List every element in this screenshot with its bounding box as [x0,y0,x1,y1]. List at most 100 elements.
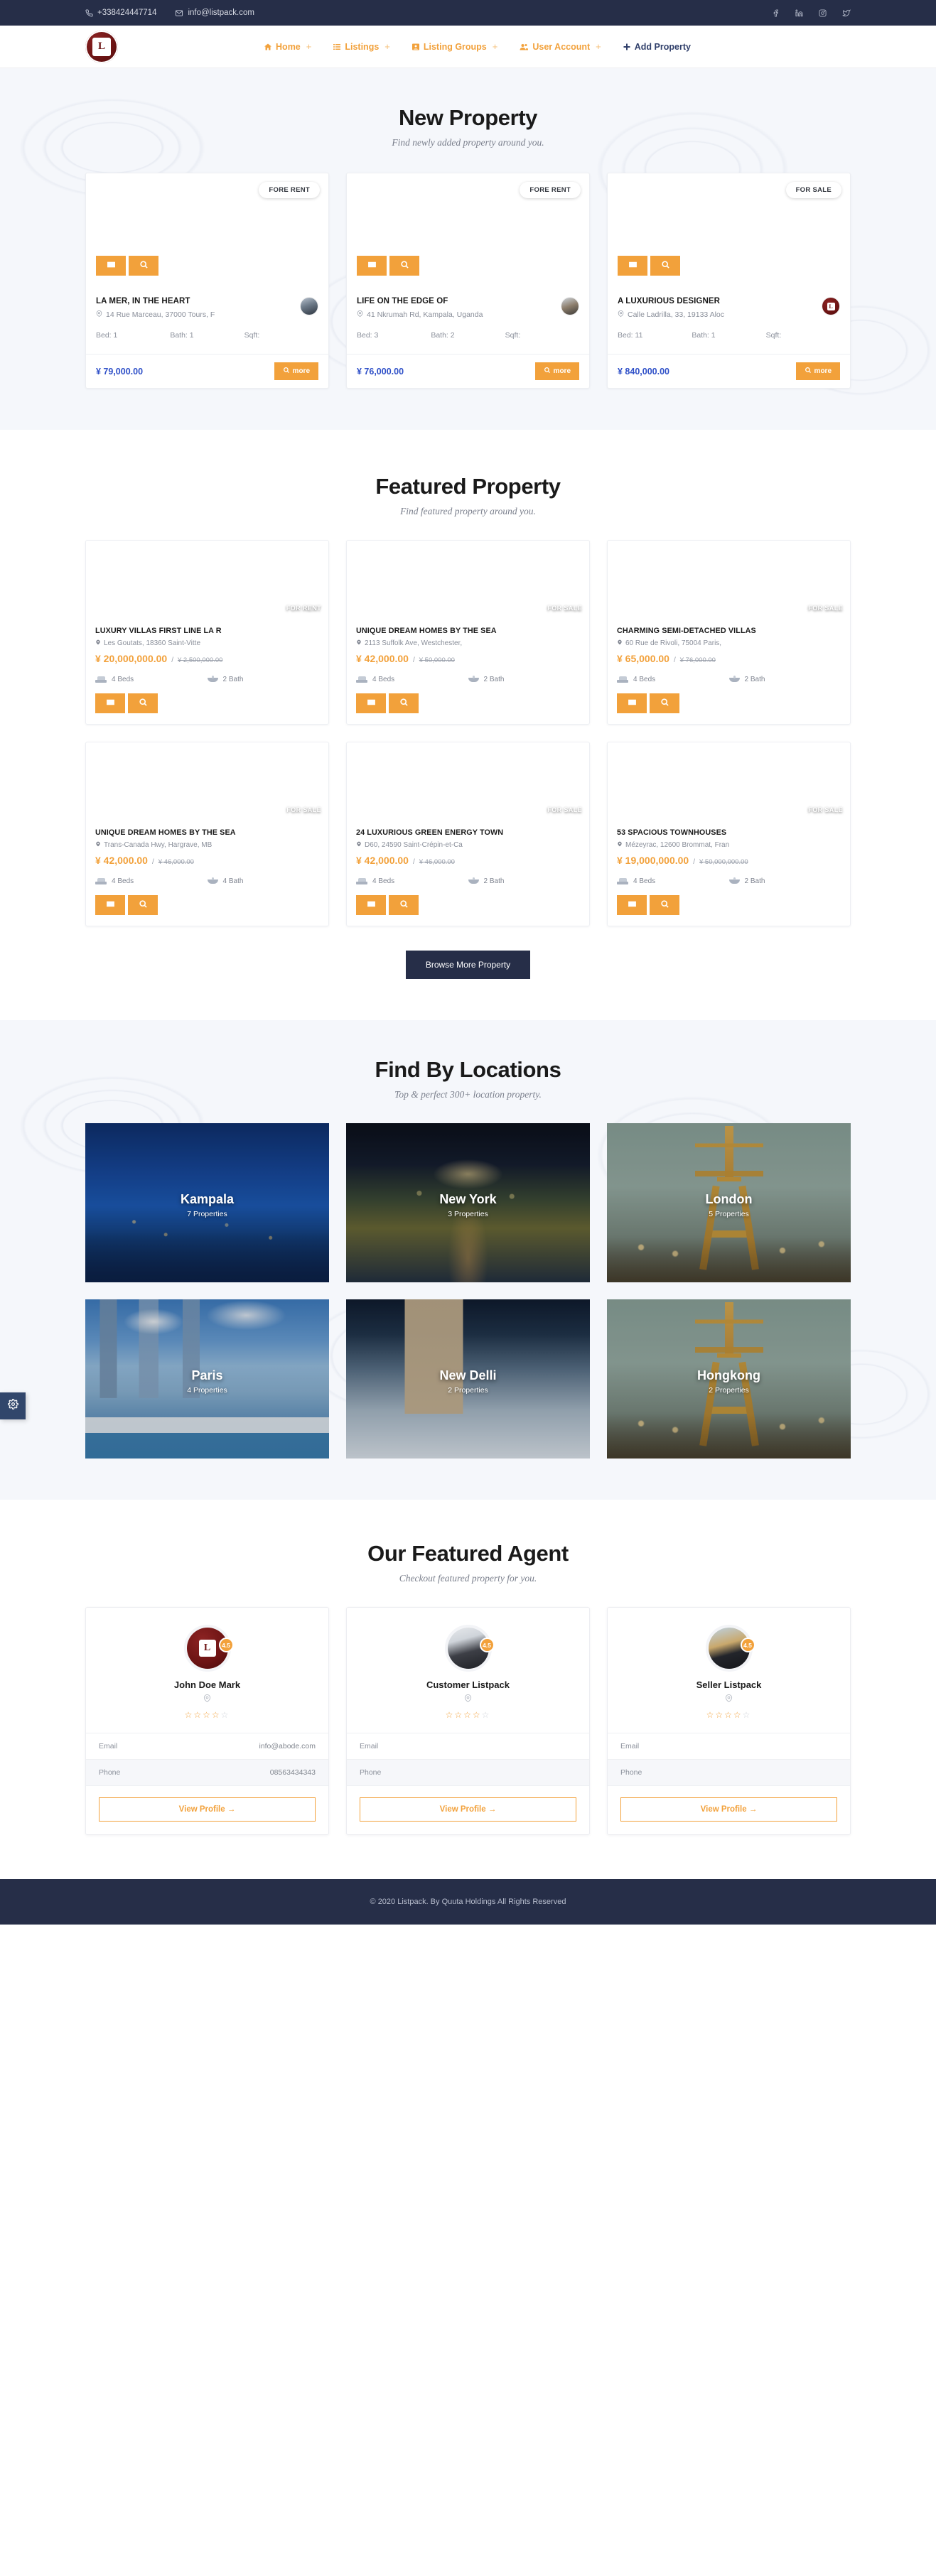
group-icon [411,43,420,51]
featured-card[interactable]: FOR RENT LUXURY VILLAS FIRST LINE LA R L… [85,540,329,725]
instagram-icon[interactable] [819,9,827,17]
email-contact[interactable]: info@listpack.com [175,9,254,17]
agent-avatar[interactable] [561,297,579,315]
section-title: New Property [398,105,538,130]
more-button[interactable]: more [534,362,579,380]
featured-card[interactable]: FOR SALE UNIQUE DREAM HOMES BY THE SEA 2… [346,540,590,725]
copyright-text: © 2020 Listpack. By Quuta Holdings All R… [370,1898,566,1906]
linkedin-icon[interactable] [795,9,803,17]
location-name: London [705,1192,753,1207]
contact-email-button[interactable] [617,693,647,713]
property-image[interactable]: FOR RENT [86,541,328,617]
nav-item-home[interactable]: Home + [264,41,311,52]
featured-card[interactable]: FOR SALE 53 SPACIOUS TOWNHOUSES Mézeyrac… [607,742,851,926]
property-image[interactable]: FOR SALE [608,173,850,286]
bath-spec: 2 Bath [728,877,841,885]
site-logo[interactable]: L [85,30,118,63]
property-image[interactable]: FOR SALE [608,742,850,819]
property-image[interactable]: FOR SALE [347,742,589,819]
view-details-button[interactable] [128,693,158,713]
contact-email-button[interactable] [96,256,126,276]
nav-label: Listings [345,41,380,52]
featured-card[interactable]: FOR SALE UNIQUE DREAM HOMES BY THE SEA T… [85,742,329,926]
bed-spec: 4 Beds [95,676,208,683]
section-subtitle: Find featured property around you. [400,506,536,516]
contact-email-button[interactable] [356,895,386,915]
view-details-button[interactable] [389,895,419,915]
property-image[interactable]: White House FORE RENT [86,173,328,286]
settings-tab[interactable] [0,1392,26,1419]
envelope-icon [106,698,115,709]
location-card-kampala[interactable]: Kampala 7 Properties [85,1123,329,1282]
browse-more-button[interactable]: Browse More Property [405,951,531,979]
location-card-new-york[interactable]: New York 3 Properties [346,1123,590,1282]
facebook-icon[interactable] [772,9,780,17]
property-image[interactable]: FOR SALE [86,742,328,819]
bed-spec: 4 Beds [95,877,208,885]
view-details-button[interactable] [389,256,419,276]
agent-card[interactable]: 4.5 Seller Listpack ☆☆☆☆☆ Email Phone Vi… [607,1607,851,1835]
agent-card[interactable]: L 4.5 John Doe Mark ☆☆☆☆☆ Email info@abo… [85,1607,329,1835]
more-button[interactable]: more [274,362,318,380]
property-image[interactable]: FOR SALE [347,541,589,617]
property-card[interactable]: FORE RENT LIFE ON THE EDGE OF 41 Nkrumah… [346,173,590,389]
view-profile-button[interactable]: View Profile → [620,1797,837,1822]
search-icon [544,367,551,376]
view-profile-button[interactable]: View Profile → [99,1797,316,1822]
location-card-new-delli[interactable]: New Delli 2 Properties [346,1299,590,1459]
location-card-london[interactable]: London 5 Properties [607,1123,851,1282]
view-details-button[interactable] [128,895,158,915]
view-details-button[interactable] [650,693,679,713]
contact-email-button[interactable] [357,256,387,276]
location-count: 7 Properties [187,1210,227,1219]
property-card[interactable]: White House FORE RENT LA MER, IN THE HEA… [85,173,329,389]
rating-stars: ☆☆☆☆☆ [706,1710,752,1720]
property-image[interactable]: FOR SALE [608,541,850,617]
top-bar: +338424447714 info@listpack.com [0,0,936,26]
featured-card[interactable]: FOR SALE CHARMING SEMI-DETACHED VILLAS 6… [607,540,851,725]
property-specs: Bed: 3 Bath: 2 Sqft: [357,320,579,350]
property-title: 53 SPACIOUS TOWNHOUSES [617,828,727,837]
bath-count: Bath: 1 [170,331,194,340]
contact-email-button[interactable] [356,693,386,713]
nav-item-user-account[interactable]: User Account + [519,41,601,52]
envelope-icon [367,899,376,911]
location-card-hongkong[interactable]: Hongkong 2 Properties [607,1299,851,1459]
agent-email-row: Email info@abode.com [86,1733,328,1759]
nav-item-listings[interactable]: Listings + [333,41,390,52]
view-details-button[interactable] [129,256,158,276]
property-image[interactable]: FORE RENT [347,173,589,286]
contact-email-button[interactable] [618,256,647,276]
view-details-button[interactable] [650,256,680,276]
nav-item-add-property[interactable]: Add Property [623,42,691,52]
location-pin-icon [360,1694,576,1706]
section-subtitle: Find newly added property around you. [392,137,544,148]
contact-email-button[interactable] [617,895,647,915]
status-badge: FORE RENT [520,182,581,198]
view-profile-button[interactable]: View Profile → [360,1797,576,1822]
nav-item-listing-groups[interactable]: Listing Groups + [411,41,497,52]
agent-avatar[interactable]: L [822,297,840,315]
phone-contact[interactable]: +338424447714 [85,9,156,17]
sqft-value: Sqft: [505,331,521,340]
sqft-value: Sqft: [244,331,260,340]
property-title: UNIQUE DREAM HOMES BY THE SEA [356,627,497,635]
property-card[interactable]: FOR SALE A LUXURIOUS DESIGNER Calle Ladr… [607,173,851,389]
new-property-grid: White House FORE RENT LA MER, IN THE HEA… [85,173,851,389]
location-card-paris[interactable]: Paris 4 Properties [85,1299,329,1459]
contact-email-button[interactable] [95,693,125,713]
bed-icon [95,878,107,884]
agent-name: John Doe Mark [173,1679,241,1690]
agent-avatar[interactable] [300,297,318,315]
agent-card[interactable]: 4.5 Customer Listpack ☆☆☆☆☆ Email Phone [346,1607,590,1835]
view-details-button[interactable] [389,693,419,713]
view-details-button[interactable] [650,895,679,915]
twitter-icon[interactable] [842,9,851,17]
email-label: Email [99,1742,118,1750]
featured-card[interactable]: FOR SALE 24 LUXURIOUS GREEN ENERGY TOWN … [346,742,590,926]
more-button[interactable]: more [795,362,840,380]
email-address: info@listpack.com [188,9,254,17]
contact-email-button[interactable] [95,895,125,915]
property-title: LIFE ON THE EDGE OF [357,297,448,305]
rating-badge: 4.5 [479,1638,495,1652]
